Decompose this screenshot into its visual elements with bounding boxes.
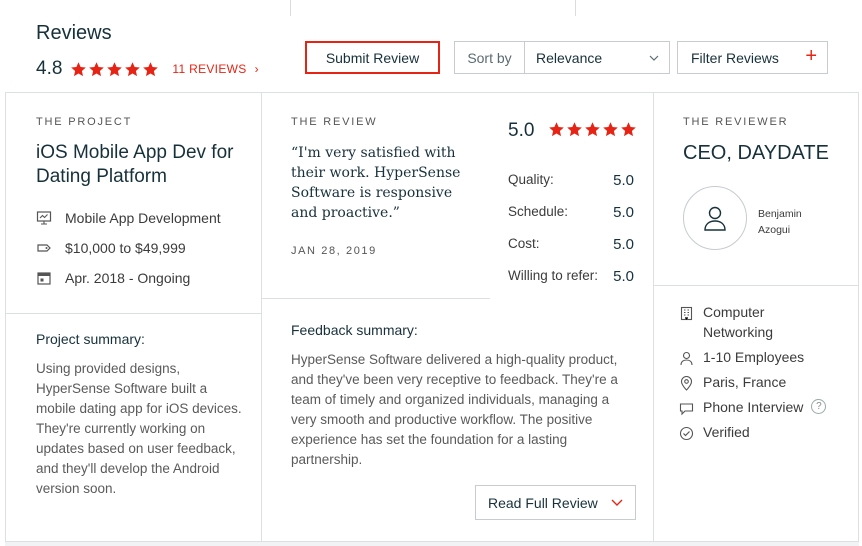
feedback-summary-text: HyperSense Software delivered a high-qua… <box>291 352 618 467</box>
star-icon <box>549 122 564 137</box>
reviewer-verified: Verified <box>679 424 750 441</box>
score-row-refer: Willing to refer: 5.0 <box>508 268 634 285</box>
project-section-label: THE PROJECT <box>36 116 133 128</box>
star-icon <box>585 122 600 137</box>
reviewer-interview-type: Phone Interview ? <box>679 399 827 416</box>
review-divider <box>262 298 490 299</box>
reviewer-company-size: 1-10 Employees <box>679 349 804 366</box>
reviewer-location: Paris, France <box>679 374 786 391</box>
project-service-text: Mobile App Development <box>65 210 221 226</box>
read-full-review-button[interactable]: Read Full Review <box>475 485 636 520</box>
star-icon <box>603 122 618 137</box>
project-divider <box>5 313 261 314</box>
project-dates-text: Apr. 2018 - Ongoing <box>65 270 191 286</box>
person-icon <box>704 206 726 231</box>
project-dates: Apr. 2018 - Ongoing <box>36 270 190 286</box>
reviewer-divider <box>654 285 858 286</box>
calendar-icon <box>37 272 51 285</box>
star-icon <box>89 61 105 76</box>
score-row-schedule: Schedule: 5.0 <box>508 204 634 221</box>
project-summary-heading: Project summary: <box>36 331 145 347</box>
project-summary-text: Using provided designs, HyperSense Softw… <box>36 361 242 496</box>
review-overall-score: 5.0 <box>508 120 535 141</box>
overall-rating-value: 4.8 <box>36 58 63 79</box>
score-value: 5.0 <box>613 268 634 285</box>
overall-rating-stars <box>70 61 160 78</box>
location-pin-icon <box>680 376 693 391</box>
score-label: Willing to refer: <box>508 268 599 283</box>
sort-label: Sort by <box>455 42 525 73</box>
submit-review-button[interactable]: Submit Review <box>305 41 440 74</box>
score-row-quality: Quality: 5.0 <box>508 172 634 189</box>
star-icon <box>71 61 87 76</box>
star-icon <box>107 61 123 76</box>
project-budget: $10,000 to $49,999 <box>36 240 186 256</box>
reviewer-title: CEO, DAYDATE <box>683 142 829 164</box>
chat-bubble-icon <box>679 403 694 416</box>
reviewer-company-size-text: 1-10 Employees <box>703 349 805 365</box>
reviewer-location-text: Paris, France <box>703 374 787 390</box>
sort-value[interactable]: Relevance <box>525 42 669 73</box>
project-budget-text: $10,000 to $49,999 <box>65 240 186 256</box>
project-title: iOS Mobile App Dev for Dating Platform <box>36 142 234 187</box>
reviewer-name: Benjamin Azogui <box>758 208 802 236</box>
chevron-down-icon[interactable] <box>649 53 659 63</box>
person-icon <box>680 351 693 366</box>
filter-reviews-button[interactable]: Filter Reviews + <box>677 41 828 74</box>
presentation-icon <box>36 211 52 225</box>
score-row-cost: Cost: 5.0 <box>508 236 634 253</box>
help-icon[interactable]: ? <box>811 399 827 414</box>
reviews-count-link[interactable]: 11 REVIEWS <box>172 62 246 76</box>
chevron-down-icon <box>611 499 623 506</box>
score-value: 5.0 <box>613 204 634 221</box>
reviews-title: Reviews <box>36 22 112 44</box>
star-icon <box>125 61 141 76</box>
read-full-review-label: Read Full Review <box>488 494 598 511</box>
building-icon <box>680 306 693 321</box>
star-icon <box>143 61 159 76</box>
feedback-summary-heading: Feedback summary: <box>291 322 418 338</box>
star-icon <box>567 122 582 137</box>
sort-selected-value: Relevance <box>536 49 603 66</box>
reviewer-industry: Computer Networking <box>679 304 829 342</box>
plus-icon[interactable]: + <box>805 45 817 68</box>
filter-reviews-label: Filter Reviews <box>691 49 779 66</box>
review-quote: “I'm very satisfied with their work. Hyp… <box>291 145 461 221</box>
review-overall-stars <box>548 121 638 138</box>
chevron-right-icon[interactable]: › <box>255 62 259 76</box>
project-service: Mobile App Development <box>36 210 221 226</box>
reviewer-interview-text: Phone Interview <box>703 399 804 415</box>
overall-rating: 4.8 11 REVIEWS › <box>36 58 259 80</box>
avatar <box>683 186 747 250</box>
card-shadow <box>5 542 859 546</box>
reviewer-section-label: THE REVIEWER <box>683 116 789 128</box>
review-section-label: THE REVIEW <box>291 116 378 128</box>
reviewer-verified-text: Verified <box>703 424 750 440</box>
reviews-header: Reviews 4.8 11 REVIEWS › Submit Review S… <box>0 0 862 92</box>
score-label: Cost: <box>508 236 540 251</box>
price-tag-icon <box>37 244 51 252</box>
sort-select[interactable]: Sort by Relevance <box>454 41 670 74</box>
column-divider <box>261 92 262 542</box>
score-label: Schedule: <box>508 204 569 219</box>
score-value: 5.0 <box>613 236 634 253</box>
star-icon <box>621 122 636 137</box>
reviewer-industry-text: Computer Networking <box>703 304 774 340</box>
column-divider <box>653 92 654 542</box>
review-date: JAN 28, 2019 <box>291 245 377 257</box>
check-circle-icon <box>679 426 694 441</box>
score-value: 5.0 <box>613 172 634 189</box>
score-label: Quality: <box>508 172 554 187</box>
